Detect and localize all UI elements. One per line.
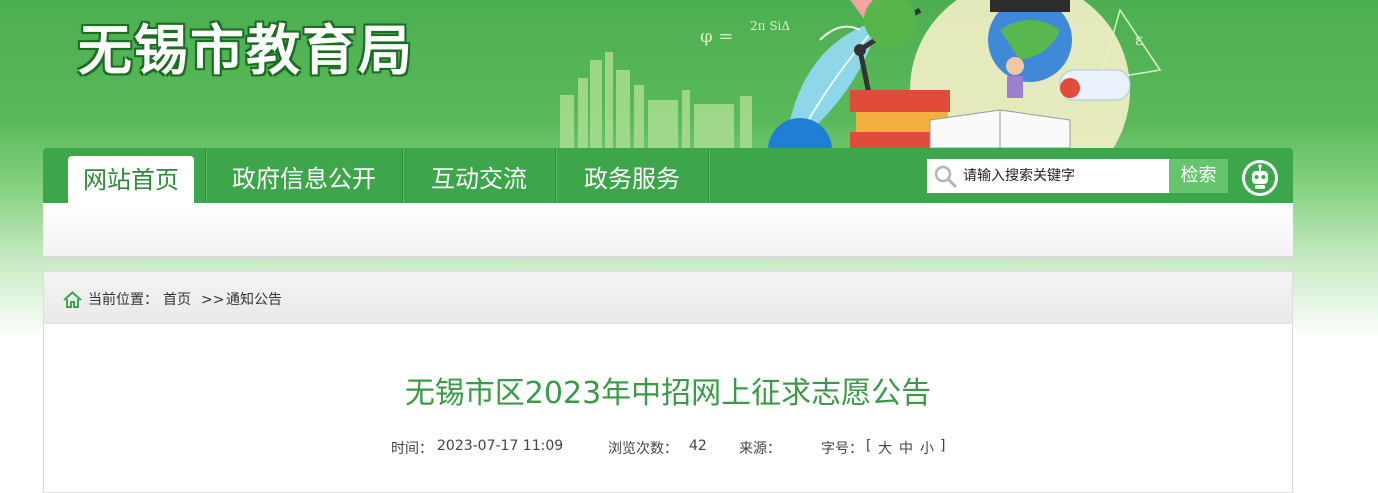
main-nav: 网站首页 政府信息公开 互动交流 政务服务 检索 [43,148,1293,203]
font-size-bracket-close: ] [940,438,946,454]
svg-text:2π SiΔ: 2π SiΔ [750,19,790,33]
robot-icon[interactable] [1242,160,1278,196]
svg-text:φ =: φ = [700,26,733,47]
time-value: 2023-07-17 11:09 [437,438,564,454]
views-value: 42 [689,438,707,454]
font-size-medium-button[interactable]: 中 [899,438,913,458]
nav-item-interaction[interactable]: 互动交流 [403,148,555,203]
breadcrumb-separator: >> [201,292,225,308]
breadcrumb-notice-link[interactable]: 通知公告 [226,272,282,328]
breadcrumb-home-link[interactable]: 首页 [163,272,191,328]
font-size-bracket-open: [ [866,438,872,454]
font-size-label: 字号： [821,441,863,457]
article-title: 无锡市区2023年中招网上征求志愿公告 [404,376,932,411]
svg-text:ε: ε [1135,30,1143,49]
site-logo-title: 无锡市教育局 [78,19,414,82]
font-size-large-button[interactable]: 大 [878,438,892,458]
article-meta: 时间： 2023-07-17 11:09 浏览次数： 42 来源： 字号： [ … [44,438,1292,460]
breadcrumb: 当前位置： 首页 >> 通知公告 [44,272,1292,324]
search-box [927,159,1169,193]
sub-nav-bar [43,203,1293,259]
header-banner: 无锡市教育局 φ = 2π SiΔ ε [0,0,1378,148]
search-input[interactable] [963,159,1163,193]
nav-item-gov-info[interactable]: 政府信息公开 [206,148,402,203]
nav-item-gov-services[interactable]: 政务服务 [556,148,708,203]
article-panel: 当前位置： 首页 >> 通知公告 无锡市区2023年中招网上征求志愿公告 时间：… [43,271,1293,493]
views-label: 浏览次数： [608,441,678,457]
education-illustration: φ = 2π SiΔ ε [560,0,1162,148]
breadcrumb-prefix: 当前位置： [88,292,158,308]
search-button[interactable]: 检索 [1169,159,1228,193]
source-label: 来源： [739,441,781,457]
nav-item-home[interactable]: 网站首页 [68,156,194,203]
home-icon [63,291,82,308]
nav-divider [708,148,709,203]
font-size-small-button[interactable]: 小 [920,438,934,458]
time-label: 时间： [391,441,433,457]
search-icon [934,165,957,188]
